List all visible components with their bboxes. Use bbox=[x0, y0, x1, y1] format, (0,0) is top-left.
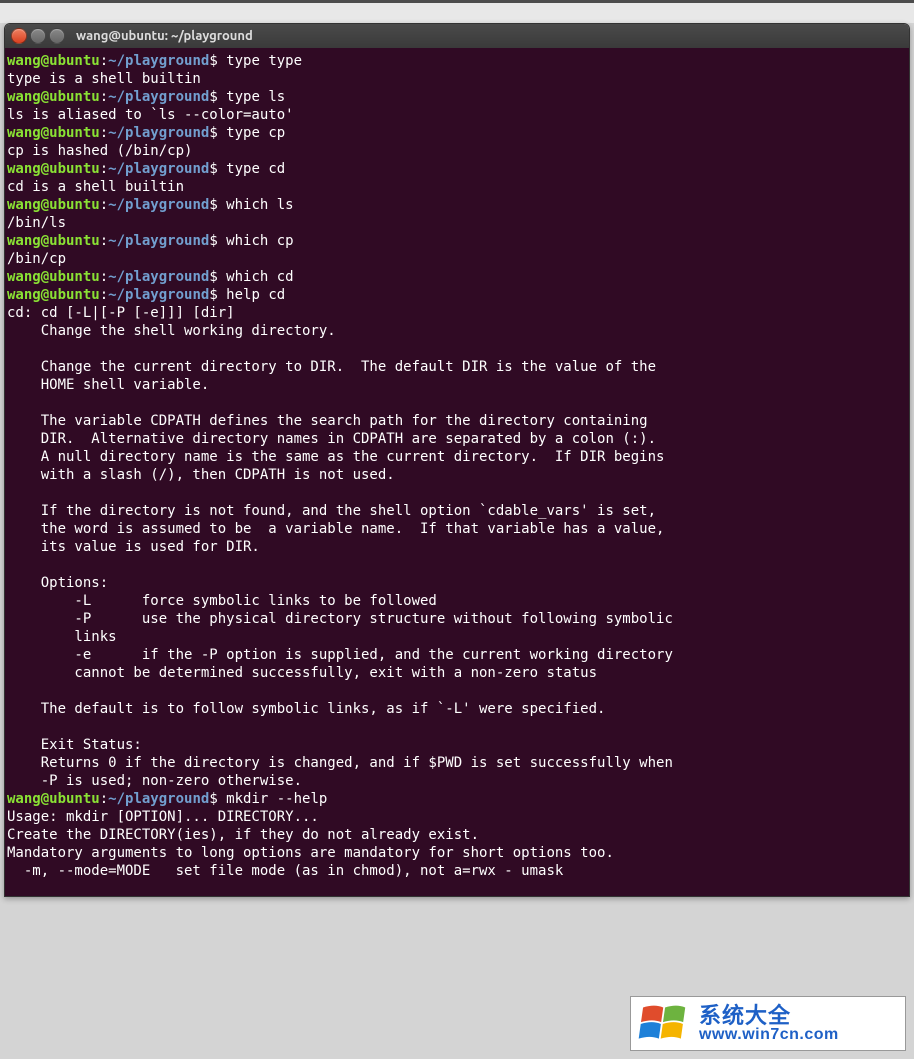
terminal-output-line: Create the DIRECTORY(ies), if they do no… bbox=[7, 826, 907, 844]
terminal-output-line: -P use the physical directory structure … bbox=[7, 610, 907, 628]
terminal-output-line: its value is used for DIR. bbox=[7, 538, 907, 556]
terminal-output-line: cd: cd [-L|[-P [-e]]] [dir] bbox=[7, 304, 907, 322]
terminal-command-line: wang@ubuntu:~/playground$ type cd bbox=[7, 160, 907, 178]
terminal-output-line: -P is used; non-zero otherwise. bbox=[7, 772, 907, 790]
terminal-output-line: Mandatory arguments to long options are … bbox=[7, 844, 907, 862]
terminal-command-line: wang@ubuntu:~/playground$ which cd bbox=[7, 268, 907, 286]
terminal-output-line bbox=[7, 484, 907, 502]
terminal-output-line: cp is hashed (/bin/cp) bbox=[7, 142, 907, 160]
terminal-output-line: type is a shell builtin bbox=[7, 70, 907, 88]
terminal-output-line: with a slash (/), then CDPATH is not use… bbox=[7, 466, 907, 484]
terminal-output-line: The default is to follow symbolic links,… bbox=[7, 700, 907, 718]
windows-logo-icon bbox=[635, 1002, 693, 1046]
close-icon[interactable] bbox=[11, 28, 27, 44]
terminal-output-line: Returns 0 if the directory is changed, a… bbox=[7, 754, 907, 772]
terminal-command-line: wang@ubuntu:~/playground$ type type bbox=[7, 52, 907, 70]
terminal-output-line: -e if the -P option is supplied, and the… bbox=[7, 646, 907, 664]
terminal-content[interactable]: wang@ubuntu:~/playground$ type typetype … bbox=[5, 48, 909, 896]
window-titlebar[interactable]: wang@ubuntu: ~/playground bbox=[5, 24, 909, 48]
terminal-output-line: Options: bbox=[7, 574, 907, 592]
terminal-output-line: DIR. Alternative directory names in CDPA… bbox=[7, 430, 907, 448]
terminal-window: wang@ubuntu: ~/playground wang@ubuntu:~/… bbox=[4, 23, 910, 897]
terminal-output-line: cannot be determined successfully, exit … bbox=[7, 664, 907, 682]
terminal-output-line bbox=[7, 682, 907, 700]
desktop-gap bbox=[0, 3, 914, 23]
terminal-output-line: A null directory name is the same as the… bbox=[7, 448, 907, 466]
terminal-command-line: wang@ubuntu:~/playground$ which ls bbox=[7, 196, 907, 214]
maximize-icon[interactable] bbox=[49, 28, 65, 44]
terminal-output-line bbox=[7, 340, 907, 358]
terminal-output-line: If the directory is not found, and the s… bbox=[7, 502, 907, 520]
terminal-output-line: Change the shell working directory. bbox=[7, 322, 907, 340]
terminal-output-line: Change the current directory to DIR. The… bbox=[7, 358, 907, 376]
terminal-output-line: HOME shell variable. bbox=[7, 376, 907, 394]
minimize-icon[interactable] bbox=[30, 28, 46, 44]
terminal-output-line: -m, --mode=MODE set file mode (as in chm… bbox=[7, 862, 907, 880]
terminal-output-line: The variable CDPATH defines the search p… bbox=[7, 412, 907, 430]
watermark-title: 系统大全 bbox=[699, 1004, 839, 1027]
terminal-output-line bbox=[7, 394, 907, 412]
terminal-command-line: wang@ubuntu:~/playground$ type cp bbox=[7, 124, 907, 142]
terminal-output-line: -L force symbolic links to be followed bbox=[7, 592, 907, 610]
terminal-output-line: /bin/ls bbox=[7, 214, 907, 232]
terminal-output-line: Usage: mkdir [OPTION]... DIRECTORY... bbox=[7, 808, 907, 826]
terminal-output-line bbox=[7, 718, 907, 736]
terminal-command-line: wang@ubuntu:~/playground$ mkdir --help bbox=[7, 790, 907, 808]
terminal-output-line: the word is assumed to be a variable nam… bbox=[7, 520, 907, 538]
terminal-output-line: Exit Status: bbox=[7, 736, 907, 754]
terminal-output-line: /bin/cp bbox=[7, 250, 907, 268]
terminal-output-line: links bbox=[7, 628, 907, 646]
terminal-command-line: wang@ubuntu:~/playground$ which cp bbox=[7, 232, 907, 250]
window-title: wang@ubuntu: ~/playground bbox=[76, 29, 253, 43]
terminal-command-line: wang@ubuntu:~/playground$ help cd bbox=[7, 286, 907, 304]
watermark-text: 系统大全 www.win7cn.com bbox=[699, 1004, 839, 1044]
terminal-output-line bbox=[7, 556, 907, 574]
terminal-command-line: wang@ubuntu:~/playground$ type ls bbox=[7, 88, 907, 106]
terminal-output-line: ls is aliased to `ls --color=auto' bbox=[7, 106, 907, 124]
terminal-output-line: cd is a shell builtin bbox=[7, 178, 907, 196]
watermark-badge: 系统大全 www.win7cn.com bbox=[630, 996, 906, 1051]
watermark-url: www.win7cn.com bbox=[699, 1027, 839, 1044]
